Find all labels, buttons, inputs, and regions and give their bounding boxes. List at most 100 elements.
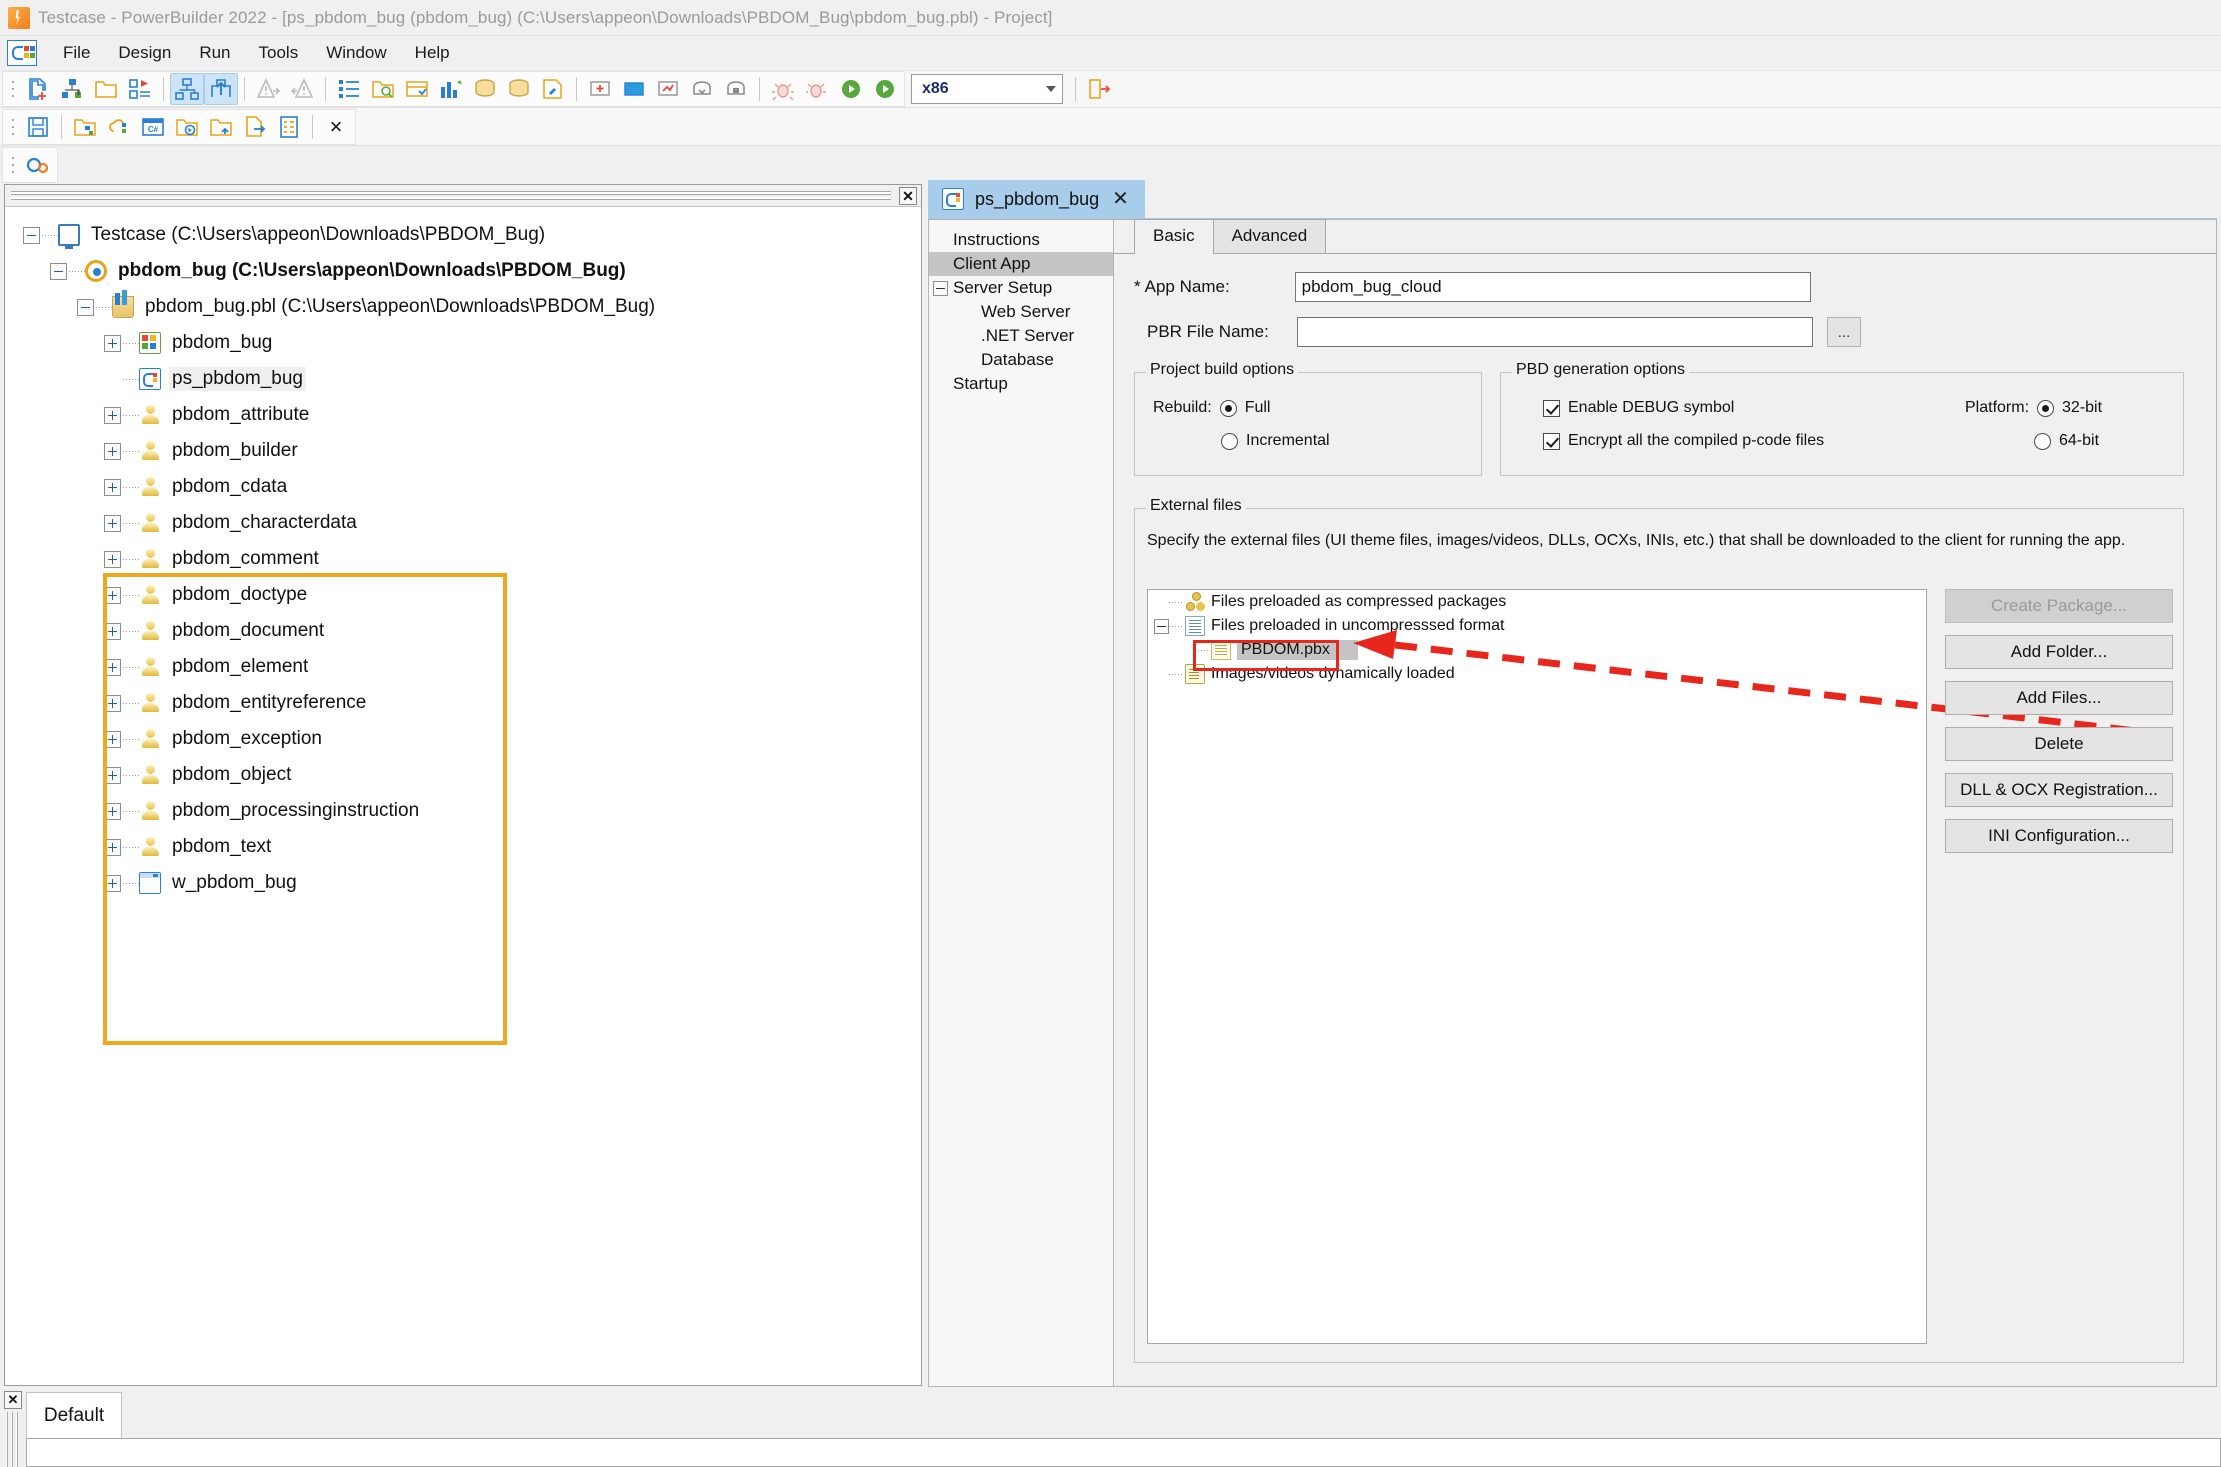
rebuild-full-radio[interactable] [1220,400,1237,417]
deploy-project-icon[interactable] [204,111,238,143]
step-in-icon[interactable] [685,73,719,105]
tab-advanced[interactable]: Advanced [1213,219,1327,253]
tree-node[interactable]: pbdom_bug.pbl (C:\Users\appeon\Downloads… [5,289,921,325]
tree-node[interactable]: pbdom_cdata [5,469,921,505]
properties-list-icon[interactable] [272,111,306,143]
tree-node[interactable]: pbdom_object [5,757,921,793]
ini-configuration-button[interactable]: INI Configuration... [1945,819,2173,853]
tree-node[interactable]: pbdom_processinginstruction [5,793,921,829]
nav-item-instructions[interactable]: Instructions [929,228,1113,252]
close-output-pane-icon[interactable]: ✕ [4,1391,22,1409]
cloud-app-icon[interactable] [102,111,136,143]
tree-node[interactable]: ps_pbdom_bug [5,361,921,397]
csharp-project-icon[interactable]: C# [136,111,170,143]
run-preview-icon[interactable] [123,73,157,105]
delete-button[interactable]: Delete [1945,727,2173,761]
nav-item-client-app[interactable]: Client App [929,252,1113,276]
app-name-input[interactable]: pbdom_bug_cloud [1295,272,1811,302]
close-tab-icon[interactable]: ✕ [1110,189,1131,209]
select-debug-icon[interactable] [800,73,834,105]
datawindow-painter-icon[interactable] [434,73,468,105]
expand-toggle-icon[interactable] [104,731,121,748]
collapse-toggle-icon[interactable] [933,281,948,296]
encrypt-pcode-checkbox[interactable] [1543,433,1560,450]
edit-window-icon[interactable] [651,73,685,105]
browser-icon[interactable] [332,73,366,105]
system-tree[interactable]: Testcase (C:\Users\appeon\Downloads\PBDO… [5,207,921,901]
pbr-file-name-input[interactable] [1297,317,1813,347]
tree-node[interactable]: pbdom_element [5,649,921,685]
tree-node[interactable]: pbdom_entityreference [5,685,921,721]
expand-toggle-icon[interactable] [104,587,121,604]
expand-toggle-icon[interactable] [104,335,121,352]
database-painter-icon[interactable] [468,73,502,105]
expand-toggle-icon[interactable] [104,803,121,820]
exit-icon[interactable] [1082,73,1116,105]
expand-toggle-icon[interactable] [104,443,121,460]
menu-item-design[interactable]: Design [104,39,185,67]
nav-item-net-server[interactable]: .NET Server [929,324,1113,348]
expand-toggle-icon[interactable] [104,479,121,496]
tree-node[interactable]: pbdom_doctype [5,577,921,613]
collapse-toggle-icon[interactable] [50,263,67,280]
enable-debug-symbol-checkbox[interactable] [1543,400,1560,417]
db-profile-icon[interactable] [502,73,536,105]
save-icon[interactable] [21,111,55,143]
menu-item-file[interactable]: File [49,39,104,67]
export-icon[interactable] [238,111,272,143]
menu-item-tools[interactable]: Tools [245,39,313,67]
expand-toggle-icon[interactable] [104,875,121,892]
collapse-toggle-icon[interactable] [77,299,94,316]
tree-node[interactable]: pbdom_document [5,613,921,649]
output-tab-default[interactable]: Default [26,1392,122,1438]
document-tab-ps-pbdom-bug[interactable]: ps_pbdom_bug ✕ [928,180,1145,218]
tree-node[interactable]: pbdom_text [5,829,921,865]
nav-item-database[interactable]: Database [929,348,1113,372]
toolbar-grip[interactable] [8,76,18,102]
nav-item-startup[interactable]: Startup [929,372,1113,396]
toolbar-grip[interactable] [8,114,18,140]
menu-item-window[interactable]: Window [312,39,400,67]
expand-toggle-icon[interactable] [104,515,121,532]
expand-toggle-icon[interactable] [104,407,121,424]
external-file-node[interactable]: Files preloaded as compressed packages [1148,590,1926,614]
collapse-toggle-icon[interactable] [1154,619,1169,634]
project-nav-tree[interactable]: InstructionsClient AppServer SetupWeb Se… [928,219,1113,1387]
output-window-icon[interactable] [204,73,238,105]
appeon-logo-icon[interactable] [7,40,37,66]
tree-node[interactable]: pbdom_builder [5,433,921,469]
inherit-icon[interactable] [55,73,89,105]
rebuild-incremental-radio[interactable] [1221,433,1238,450]
step-out-icon[interactable] [719,73,753,105]
create-package-button[interactable]: Create Package... [1945,589,2173,623]
tree-node[interactable]: pbdom_bug [5,325,921,361]
nav-item-server-setup[interactable]: Server Setup [929,276,1113,300]
add-breakpoint-icon[interactable] [583,73,617,105]
select-window-icon[interactable] [617,73,651,105]
tree-node[interactable]: pbdom_bug (C:\Users\appeon\Downloads\PBD… [5,253,921,289]
file-editor-icon[interactable] [400,73,434,105]
output-content[interactable] [26,1438,2221,1467]
platform-64bit-radio[interactable] [2034,433,2051,450]
menu-item-run[interactable]: Run [185,39,244,67]
tree-node[interactable]: pbdom_exception [5,721,921,757]
dll-ocx-registration-button[interactable]: DLL & OCX Registration... [1945,773,2173,807]
run-icon[interactable] [834,73,868,105]
library-painter-icon[interactable] [366,73,400,105]
build-run-icon[interactable] [170,111,204,143]
close-x-icon[interactable]: × [319,111,353,143]
platform-select[interactable]: x86 [911,74,1063,104]
new-project-icon[interactable] [68,111,102,143]
tree-node[interactable]: pbdom_attribute [5,397,921,433]
add-folder-button[interactable]: Add Folder... [1945,635,2173,669]
new-object-icon[interactable] [21,73,55,105]
menu-item-help[interactable]: Help [401,39,464,67]
next-error-icon[interactable] [251,73,285,105]
pbr-browse-button[interactable]: ... [1827,317,1861,347]
system-tree-grabbar[interactable]: ✕ [5,185,921,207]
debug-icon[interactable] [766,73,800,105]
expand-toggle-icon[interactable] [104,623,121,640]
platform-32bit-radio[interactable] [2037,400,2054,417]
expand-toggle-icon[interactable] [104,839,121,856]
tab-basic[interactable]: Basic [1134,219,1214,254]
